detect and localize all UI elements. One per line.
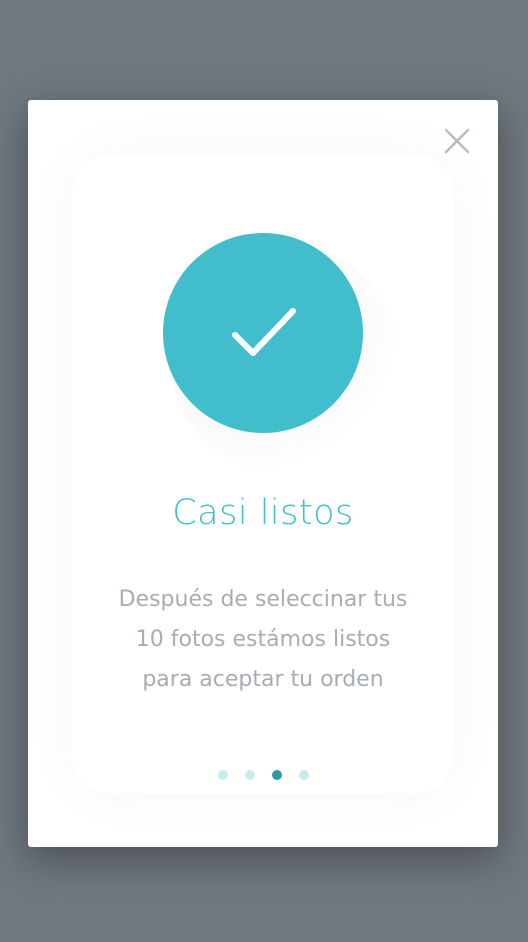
pagination-dots — [28, 770, 498, 780]
description-line: para aceptar tu orden — [142, 667, 384, 692]
pagination-dot-active[interactable] — [271, 770, 282, 780]
onboarding-modal: Casi listos Después de seleccinar tus 10… — [28, 100, 498, 847]
close-button[interactable] — [442, 126, 472, 156]
dialog-title: Casi listos — [172, 493, 354, 533]
close-icon — [444, 128, 470, 154]
description-line: Después de seleccinar tus — [118, 587, 408, 612]
dialog-description: Después de seleccinar tus 10 fotos estám… — [28, 580, 498, 700]
success-badge — [163, 233, 401, 475]
checkmark-icon — [232, 308, 296, 356]
pagination-dot[interactable] — [244, 770, 255, 780]
success-circle — [163, 233, 363, 433]
description-line: 10 fotos estámos listos — [135, 627, 391, 652]
pagination-dot[interactable] — [217, 770, 228, 780]
pagination-dot[interactable] — [298, 770, 309, 780]
